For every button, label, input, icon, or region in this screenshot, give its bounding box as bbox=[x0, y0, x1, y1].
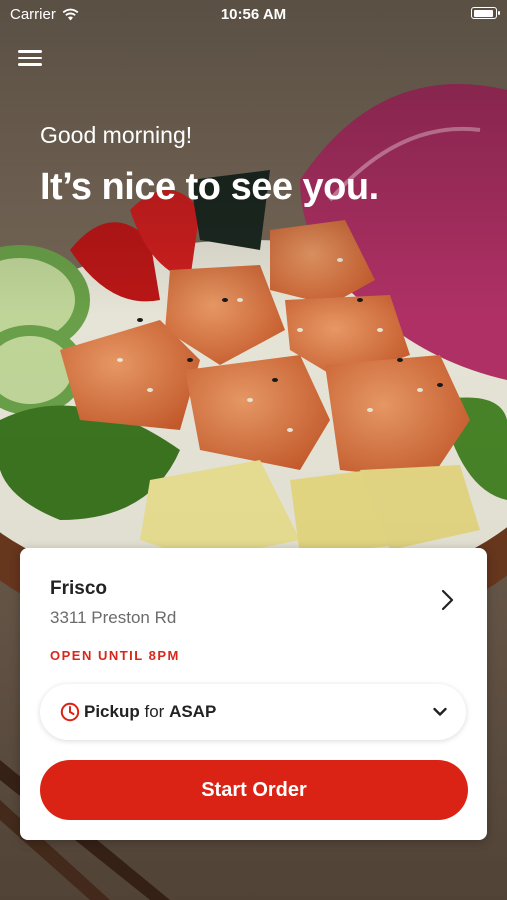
store-address[interactable]: 3311 Preston Rd bbox=[50, 608, 176, 628]
hamburger-menu-icon[interactable] bbox=[18, 46, 42, 68]
chevron-down-icon bbox=[433, 707, 447, 716]
store-name[interactable]: Frisco bbox=[50, 578, 107, 600]
status-time: 10:56 AM bbox=[220, 6, 287, 23]
clock-icon bbox=[60, 702, 80, 722]
status-bar: Carrier 10:56 AM bbox=[0, 0, 507, 28]
store-card: Frisco 3311 Preston Rd OPEN UNTIL 8PM Pi… bbox=[20, 548, 487, 840]
headline-text: It’s nice to see you. bbox=[40, 166, 379, 208]
chevron-right-icon[interactable] bbox=[435, 588, 459, 612]
order-connector: for bbox=[144, 702, 165, 721]
order-time: ASAP bbox=[169, 702, 217, 721]
battery-fill bbox=[473, 9, 494, 17]
menu-line bbox=[18, 56, 42, 59]
start-order-button[interactable]: Start Order bbox=[40, 760, 468, 820]
order-mode-label: Pickup for ASAP bbox=[84, 702, 216, 722]
order-mode-selector[interactable]: Pickup for ASAP bbox=[40, 684, 466, 740]
store-hours-badge: OPEN UNTIL 8PM bbox=[50, 648, 180, 663]
menu-line bbox=[18, 50, 42, 53]
order-method: Pickup bbox=[84, 702, 140, 721]
menu-line bbox=[18, 63, 42, 66]
home-screen: Carrier 10:56 AM Good morning! It’s nice… bbox=[0, 0, 507, 900]
greeting-text: Good morning! bbox=[40, 122, 193, 148]
battery-icon bbox=[471, 7, 500, 19]
